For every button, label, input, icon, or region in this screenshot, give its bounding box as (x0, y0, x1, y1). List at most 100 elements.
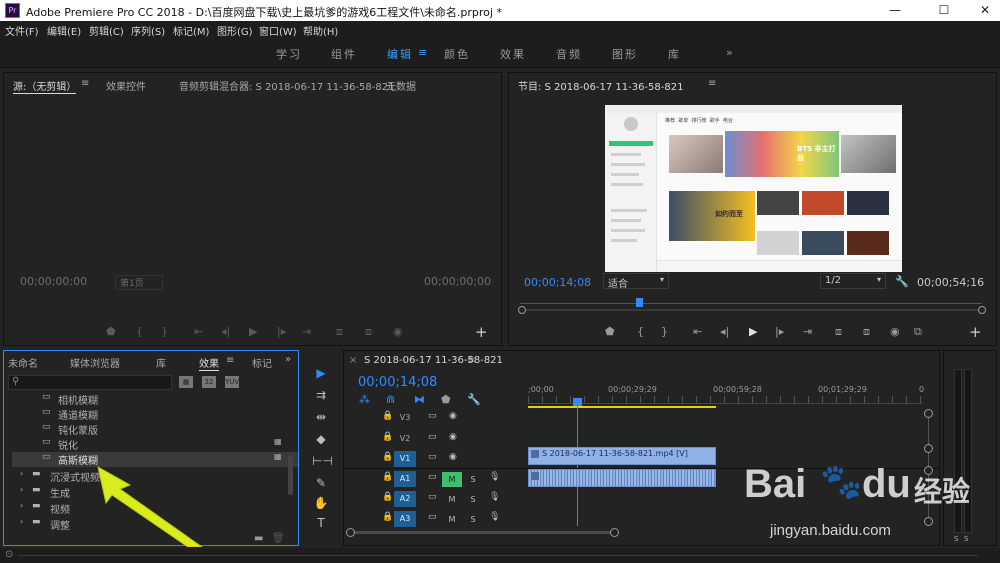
workspace-libraries[interactable]: 库 (668, 46, 681, 62)
workspace-audio[interactable]: 音频 (556, 46, 582, 62)
tab-effects[interactable]: 效果 (199, 355, 219, 371)
v-scroll-handle[interactable] (924, 409, 933, 418)
new-bin-icon[interactable]: ▬ (254, 533, 263, 544)
effect-item[interactable]: ▭ 通道模糊 (12, 407, 298, 422)
eye-icon[interactable]: ◉ (449, 411, 457, 421)
effect-item[interactable]: ▭ 锐化 ▦ (12, 437, 298, 452)
workspace-overflow-icon[interactable]: » (726, 46, 735, 59)
settings-wrench-icon[interactable]: 🔧 (895, 275, 909, 288)
source-page-select[interactable]: 第1页 (115, 275, 163, 290)
tab-libraries[interactable]: 库 (156, 355, 166, 370)
razor-tool-icon[interactable]: ◆ (312, 432, 330, 448)
yuv-effects-icon[interactable]: YUV (225, 376, 239, 388)
track-label-v3[interactable]: V3 (394, 410, 416, 426)
status-icon[interactable]: ⊙ (5, 549, 13, 560)
track-select-tool-icon[interactable]: ⇉ (312, 388, 330, 404)
lock-icon[interactable]: 🔒 (382, 472, 393, 482)
v-scroll-handle[interactable] (924, 444, 933, 453)
program-zoom-handle-right[interactable] (978, 306, 986, 314)
timeline-tab[interactable]: S 2018-06-17 11-36-58-821 (364, 355, 503, 366)
tab-markers[interactable]: 标记 (252, 355, 272, 370)
eye-icon[interactable]: ◉ (449, 452, 457, 462)
mark-out-icon[interactable]: } (661, 325, 668, 338)
timeline-settings-icon[interactable]: 🔧 (467, 393, 481, 406)
menu-file[interactable]: 文件(F) (5, 23, 39, 38)
menu-sequence[interactable]: 序列(S) (131, 23, 165, 38)
program-tab-menu-icon[interactable]: ≡ (708, 78, 716, 89)
track-label-v2[interactable]: V2 (394, 431, 416, 447)
mute-button-a3[interactable]: M (444, 512, 460, 527)
track-label-a3[interactable]: A3 (394, 511, 416, 527)
comparison-view-icon[interactable]: ⧉ (914, 325, 922, 339)
program-title[interactable]: 节目: S 2018-06-17 11-36-58-821 (518, 78, 683, 93)
overwrite-icon[interactable]: ⧈ (365, 325, 372, 339)
track-label-a2[interactable]: A2 (394, 491, 416, 507)
mark-in-icon[interactable]: { (136, 325, 143, 338)
play-icon[interactable]: ▶ (749, 325, 757, 338)
selection-tool-icon[interactable]: ▶ (312, 366, 330, 382)
workspace-effects[interactable]: 效果 (500, 46, 526, 62)
lift-icon[interactable]: ⧈ (835, 325, 842, 339)
microphone-icon[interactable]: 🎙 (489, 472, 500, 482)
linked-selection-icon[interactable]: ⧓ (414, 393, 425, 406)
button-editor-icon[interactable]: + (969, 323, 982, 341)
workspace-menu-icon[interactable]: ≡ (418, 46, 427, 59)
panel-overflow-icon[interactable]: » (285, 354, 291, 365)
effects-tab-menu-icon[interactable]: ≡ (226, 355, 234, 366)
close-button[interactable]: ✕ (970, 2, 1000, 19)
tab-source[interactable]: 源:（无剪辑） (13, 78, 77, 94)
microphone-icon[interactable]: 🎙 (489, 512, 500, 522)
workspace-color[interactable]: 颜色 (444, 46, 470, 62)
marker-icon[interactable]: ⬟ (106, 325, 116, 338)
program-zoom-bar[interactable] (518, 309, 984, 311)
playback-resolution-select[interactable]: 1/2 ▾ (820, 273, 886, 289)
menu-edit[interactable]: 编辑(E) (47, 23, 81, 38)
sync-lock-icon[interactable]: ▭ (428, 492, 437, 502)
step-back-icon[interactable]: ◂| (720, 325, 729, 338)
32bit-effects-icon[interactable]: 32 (202, 376, 216, 388)
mute-button-a1[interactable]: M (442, 472, 462, 487)
go-to-out-icon[interactable]: ⇥ (302, 325, 311, 338)
audio-clip[interactable] (528, 469, 716, 487)
pen-tool-icon[interactable]: ✎ (312, 476, 330, 492)
step-back-icon[interactable]: ◂| (221, 325, 230, 338)
step-forward-icon[interactable]: |▸ (277, 325, 286, 338)
video-clip[interactable]: S 2018-06-17 11-36-58-821.mp4 [V] (528, 447, 716, 465)
mark-out-icon[interactable]: } (161, 325, 168, 338)
menu-help[interactable]: 帮助(H) (303, 23, 338, 38)
eye-icon[interactable]: ◉ (449, 432, 457, 442)
lock-icon[interactable]: 🔒 (382, 432, 393, 442)
type-tool-icon[interactable]: T (312, 516, 330, 532)
effect-item[interactable]: ▭ 钝化蒙版 (12, 422, 298, 437)
sync-lock-icon[interactable]: ▭ (428, 432, 437, 442)
step-forward-icon[interactable]: |▸ (775, 325, 784, 338)
tab-project[interactable]: 未命名 (8, 355, 38, 370)
solo-button-a2[interactable]: S (465, 492, 481, 507)
program-zoom-handle-left[interactable] (518, 306, 526, 314)
h-scroll-handle-left[interactable] (346, 528, 355, 537)
solo-button-a3[interactable]: S (465, 512, 481, 527)
export-frame-icon[interactable]: ◉ (393, 325, 403, 338)
microphone-icon[interactable]: 🎙 (489, 492, 500, 502)
tab-metadata[interactable]: 元数据 (386, 78, 416, 93)
track-label-a1[interactable]: A1 (394, 471, 416, 487)
program-scrub-bar[interactable] (520, 303, 982, 304)
tab-effect-controls[interactable]: 效果控件 (106, 78, 146, 93)
source-tab-menu-icon[interactable]: ≡ (81, 78, 89, 89)
time-ruler[interactable] (528, 396, 923, 404)
go-to-in-icon[interactable]: ⇤ (693, 325, 702, 338)
mute-button-a2[interactable]: M (444, 492, 460, 507)
menu-clip[interactable]: 剪辑(C) (89, 23, 124, 38)
menu-graphics[interactable]: 图形(G) (217, 23, 253, 38)
mark-in-icon[interactable]: { (637, 325, 644, 338)
go-to-in-icon[interactable]: ⇤ (194, 325, 203, 338)
track-label-v1[interactable]: V1 (394, 451, 416, 467)
workspace-graphics[interactable]: 图形 (612, 46, 638, 62)
accelerated-effects-icon[interactable]: ▦ (179, 376, 193, 388)
export-frame-icon[interactable]: ◉ (890, 325, 900, 338)
sync-lock-icon[interactable]: ▭ (428, 512, 437, 522)
workspace-learn[interactable]: 学习 (276, 46, 302, 62)
snap-icon[interactable]: ⋒ (386, 393, 395, 406)
workspace-editing[interactable]: 编辑 (387, 46, 413, 62)
maximize-button[interactable]: ☐ (929, 2, 959, 19)
